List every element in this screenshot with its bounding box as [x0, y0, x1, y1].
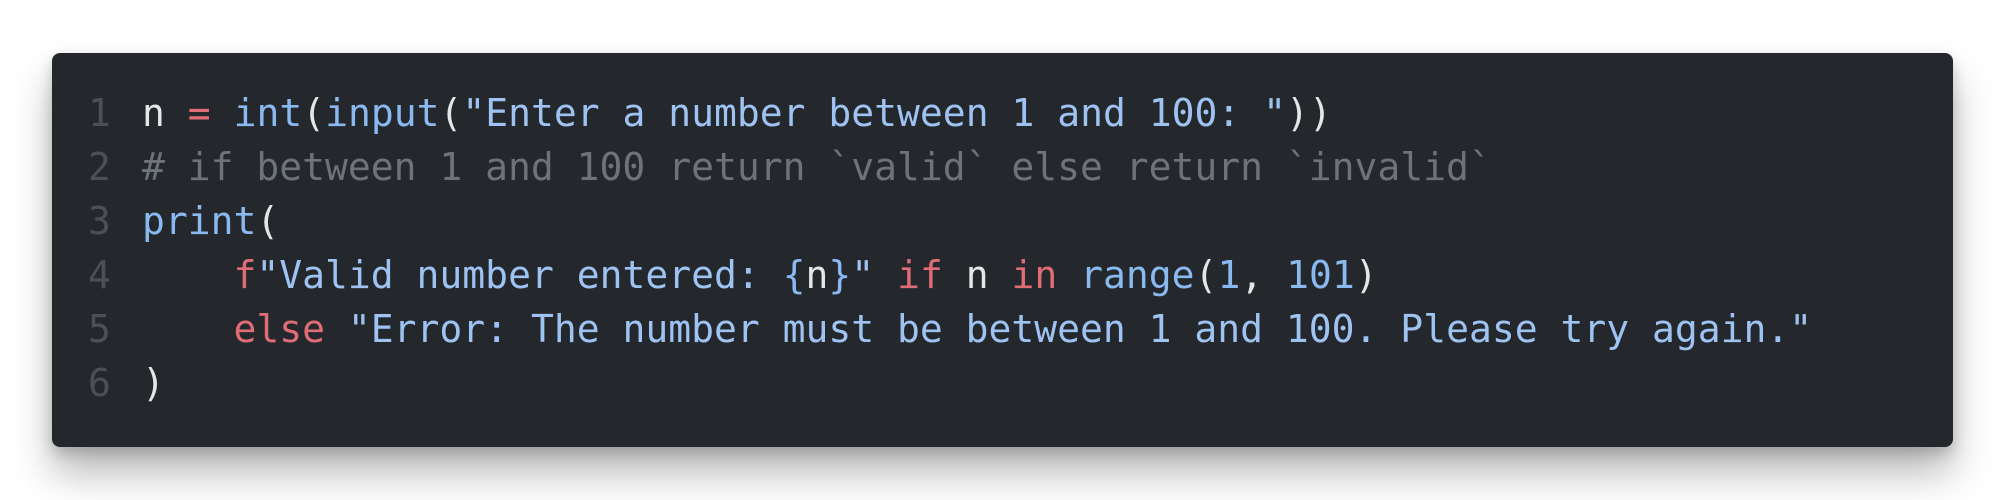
variable-token: n [965, 253, 989, 297]
keyword-token: in [1011, 253, 1058, 297]
paren-token: ) [142, 361, 165, 405]
page: 1 n = int(input("Enter a number between … [0, 0, 2006, 500]
function-token: input [325, 91, 440, 135]
code-line-4: 4 f"Valid number entered: {n}" if n in r… [52, 248, 1953, 302]
line-number: 5 [88, 307, 111, 351]
line-number: 4 [88, 253, 111, 297]
fstring-prefix-token: f [233, 253, 257, 297]
line-number: 1 [88, 91, 111, 135]
paren-token: ( [439, 91, 463, 135]
code-line-2: 2 # if between 1 and 100 return `valid` … [52, 140, 1953, 194]
paren-token: ( [256, 199, 280, 243]
line-number: 3 [88, 199, 111, 243]
function-token: int [233, 91, 303, 135]
keyword-token: else [233, 307, 326, 351]
variable-token: n [805, 253, 829, 297]
keyword-token: if [897, 253, 943, 297]
variable-token: n [142, 91, 165, 135]
brace-token: { [782, 253, 806, 297]
code-line-6: 6 ) [52, 356, 1953, 410]
string-token: " [851, 253, 875, 297]
line-source: f"Valid number entered: {n}" if n in ran… [142, 248, 1378, 302]
line-number: 2 [88, 145, 111, 189]
number-token: 1 [1217, 253, 1241, 297]
brace-token: } [828, 253, 852, 297]
code-line-5: 5 else "Error: The number must be betwee… [52, 302, 1953, 356]
line-source: else "Error: The number must be between … [142, 302, 1813, 356]
string-token: "Error: The number must be between 1 and… [347, 307, 1813, 351]
operator-token: = [187, 91, 211, 135]
code-editor[interactable]: 1 n = int(input("Enter a number between … [52, 53, 1953, 447]
function-token: print [142, 199, 257, 243]
comment-token: # if between 1 and 100 return `valid` el… [142, 145, 1492, 189]
paren-token: ( [302, 91, 326, 135]
line-source: # if between 1 and 100 return `valid` el… [142, 140, 1492, 194]
comma-token: , [1240, 253, 1287, 297]
string-token: "Valid number entered: [256, 253, 783, 297]
string-token: "Enter a number between 1 and 100: " [462, 91, 1286, 135]
code-line-3: 3 print( [52, 194, 1953, 248]
function-token: range [1080, 253, 1195, 297]
paren-token: )) [1285, 91, 1332, 135]
code-line-1: 1 n = int(input("Enter a number between … [52, 86, 1953, 140]
line-source: n = int(input("Enter a number between 1 … [142, 86, 1332, 140]
number-token: 101 [1286, 253, 1355, 297]
line-source: print( [142, 194, 279, 248]
paren-token: ) [1354, 253, 1378, 297]
paren-token: ( [1194, 253, 1218, 297]
line-number: 6 [88, 361, 111, 405]
line-source: ) [142, 356, 165, 410]
